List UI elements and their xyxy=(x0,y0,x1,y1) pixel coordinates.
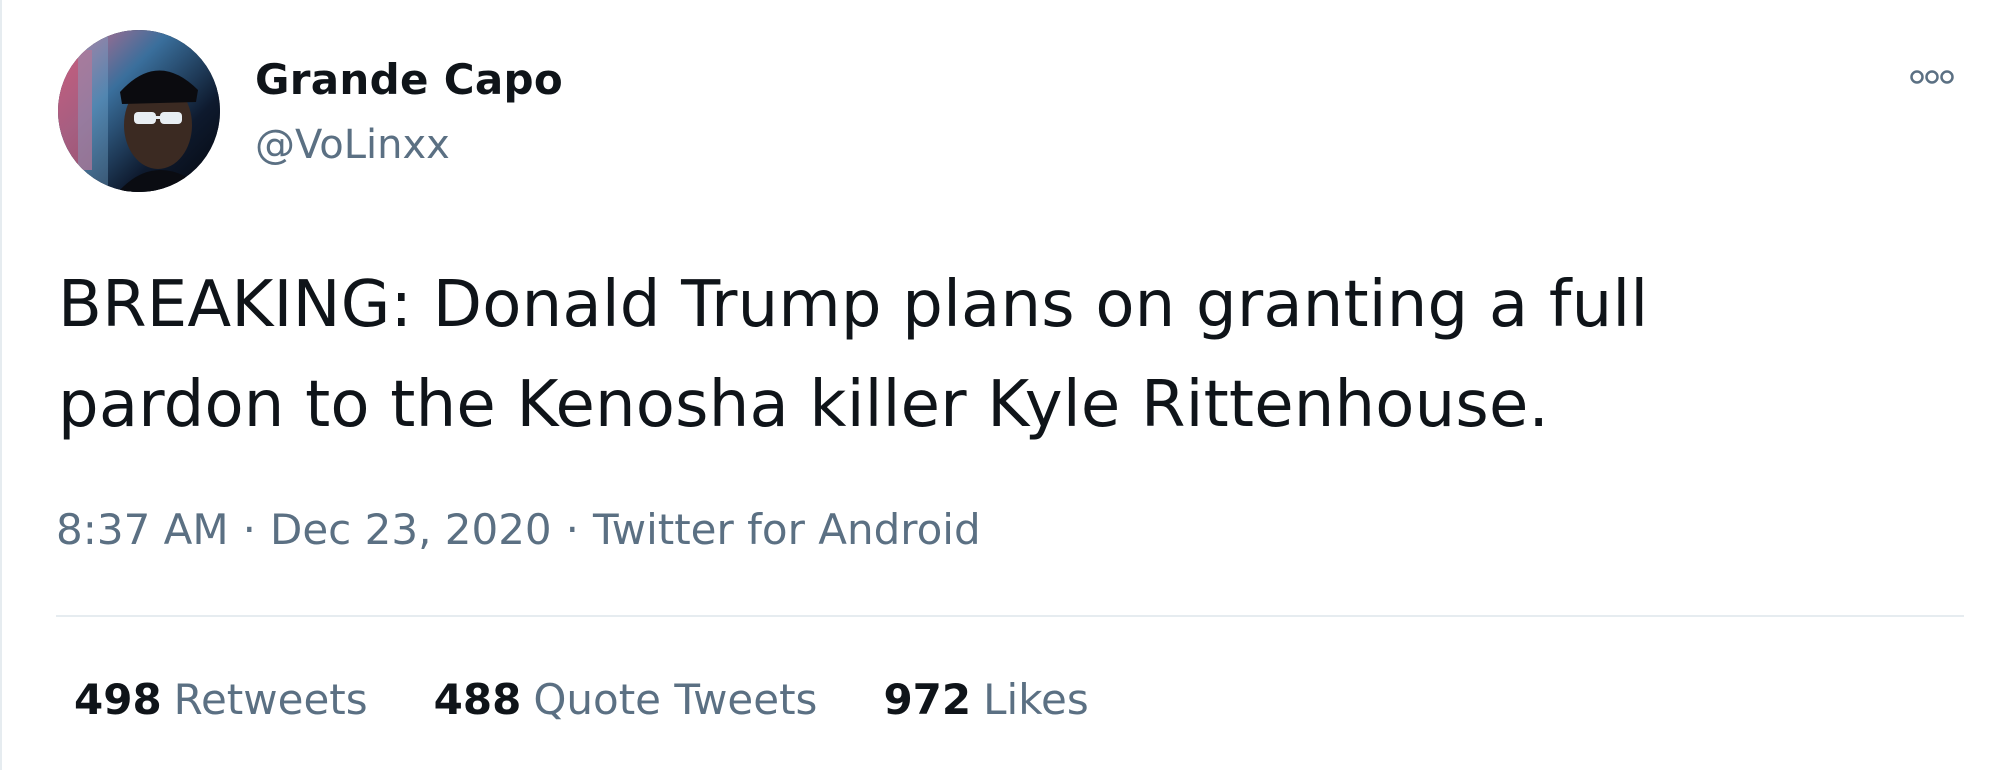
meta-separator: · xyxy=(565,505,580,554)
tweet-metadata: 8:37 AM · Dec 23, 2020 · Twitter for Android xyxy=(56,500,981,560)
retweets-label: Retweets xyxy=(173,675,368,724)
quote-tweets-count: 488 xyxy=(433,675,522,724)
likes-label: Likes xyxy=(983,675,1089,724)
quote-tweets-label: Quote Tweets xyxy=(533,675,818,724)
tweet-time[interactable]: 8:37 AM xyxy=(56,505,229,554)
likes-stat[interactable]: 972 Likes xyxy=(883,670,1088,730)
tweet-card: Grande Capo @VoLinxx BREAKING: Donald Tr… xyxy=(0,0,2000,770)
retweets-stat[interactable]: 498 Retweets xyxy=(74,670,368,730)
divider xyxy=(56,615,1964,617)
display-name[interactable]: Grande Capo xyxy=(255,52,563,108)
tweet-source-link[interactable]: Twitter for Android xyxy=(593,505,981,554)
quote-tweets-stat[interactable]: 488 Quote Tweets xyxy=(434,670,818,730)
tweet-date[interactable]: Dec 23, 2020 xyxy=(270,505,552,554)
retweets-count: 498 xyxy=(74,675,162,724)
tweet-text: BREAKING: Donald Trump plans on granting… xyxy=(58,268,1649,442)
user-avatar[interactable] xyxy=(58,30,220,192)
meta-separator: · xyxy=(242,505,256,554)
more-options-icon[interactable] xyxy=(1902,62,1962,92)
user-handle[interactable]: @VoLinxx xyxy=(255,118,450,172)
engagement-stats: 498 Retweets 488 Quote Tweets 972 Likes xyxy=(74,670,1155,730)
avatar-photo-icon xyxy=(58,30,220,192)
likes-count: 972 xyxy=(883,675,972,724)
